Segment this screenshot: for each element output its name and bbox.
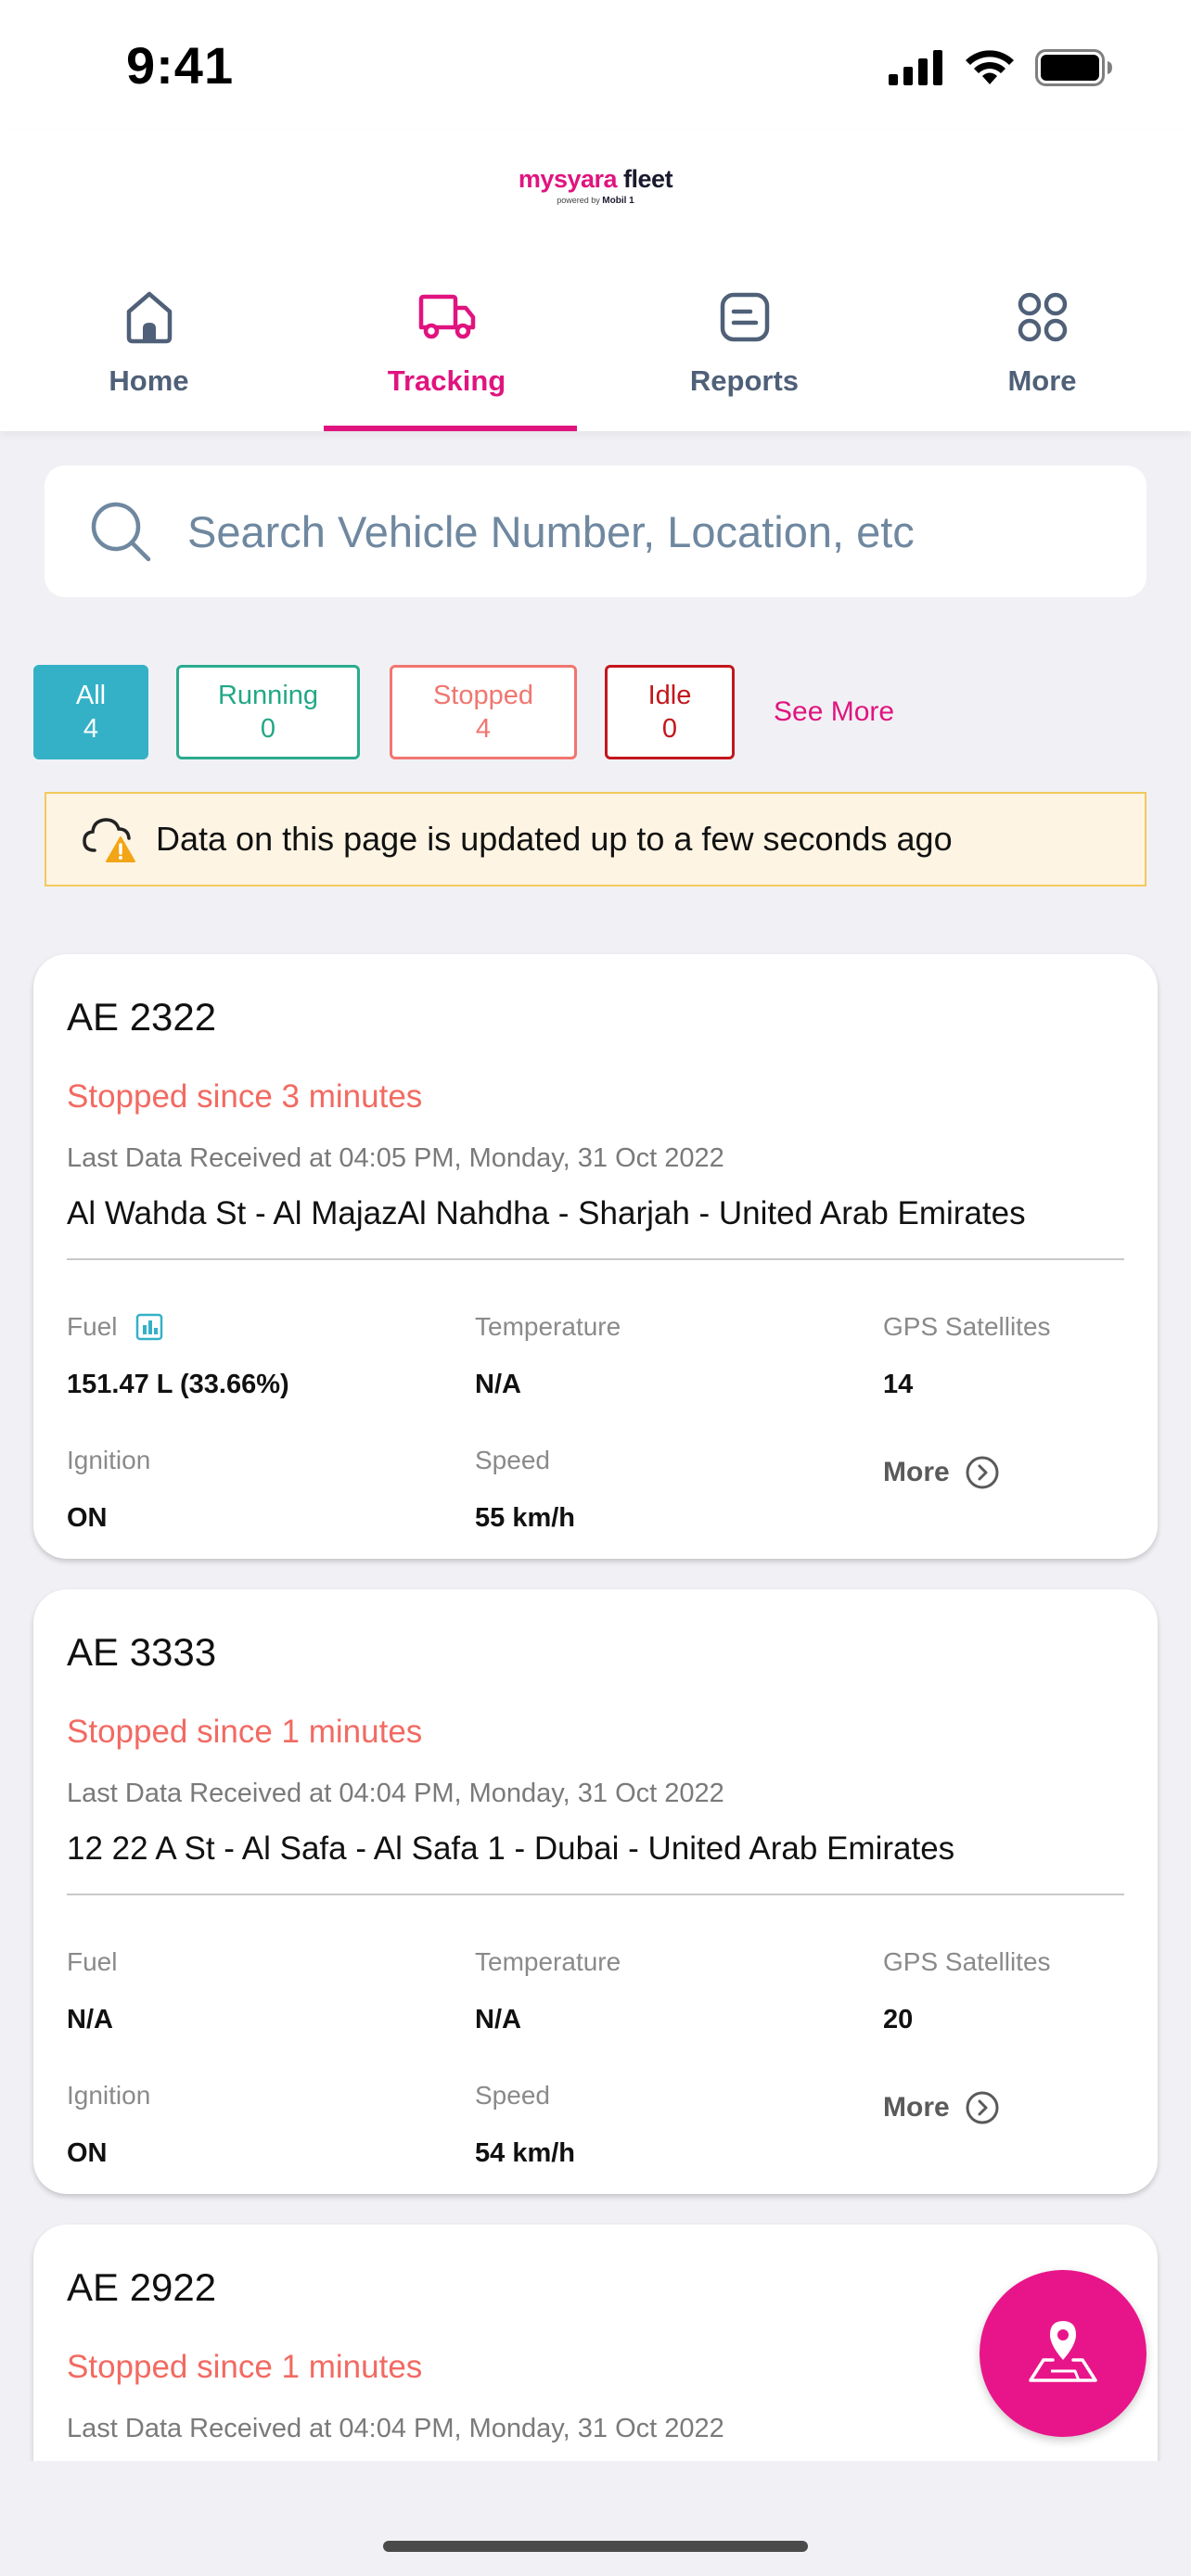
home-icon [126, 291, 172, 344]
vehicle-status: Stopped since 1 minutes [67, 1714, 423, 1750]
fuel-metric: Fuel N/A [67, 1947, 117, 2035]
report-icon [720, 292, 769, 342]
speed-label: Speed [475, 2081, 550, 2110]
filter-all-label: All [75, 681, 107, 710]
wifi-icon [966, 50, 1014, 84]
search-placeholder: Search Vehicle Number, Location, etc [187, 506, 915, 556]
vehicle-card[interactable]: AE 2322 Stopped since 3 minutes Last Dat… [33, 954, 1158, 1559]
temperature-label: Temperature [475, 1312, 621, 1341]
battery-icon [1035, 49, 1112, 86]
grid-icon [1018, 292, 1067, 342]
more-details-button[interactable]: More [883, 1455, 1000, 1490]
filter-idle-count: 0 [661, 714, 678, 744]
more-label: More [883, 2092, 950, 2123]
fuel-chart-icon[interactable] [135, 1313, 163, 1341]
search-input[interactable]: Search Vehicle Number, Location, etc [45, 465, 1146, 597]
gps-metric: GPS Satellites 14 [883, 1312, 1051, 1400]
truck-icon [418, 294, 475, 339]
chevron-right-circle-icon [966, 1456, 999, 1489]
vehicle-plate: AE 3333 [67, 1630, 217, 1674]
home-indicator[interactable] [383, 2541, 808, 2552]
status-bar: 9:41 [0, 0, 1191, 130]
data-update-notice: Data on this page is updated up to a few… [45, 792, 1146, 886]
gps-label: GPS Satellites [883, 1947, 1051, 1976]
tab-tracking[interactable]: Tracking [298, 274, 596, 431]
fuel-metric: Fuel 151.47 L (33.66%) [67, 1312, 289, 1400]
app-header: mysyara fleet powered by Mobil 1 Home Tr… [0, 130, 1191, 431]
tab-home-label: Home [109, 364, 189, 397]
tab-home[interactable]: Home [0, 274, 298, 431]
tab-more[interactable]: More [893, 274, 1191, 431]
more-label: More [883, 1457, 950, 1487]
temperature-label: Temperature [475, 1947, 621, 1976]
ignition-metric: Ignition ON [67, 2081, 150, 2169]
filter-idle-label: Idle [647, 681, 692, 710]
ignition-label: Ignition [67, 1446, 151, 1474]
chevron-right-circle-icon [966, 2091, 999, 2124]
filter-stopped[interactable]: Stopped 4 [390, 665, 577, 759]
notice-text: Data on this page is updated up to a few… [156, 820, 953, 858]
brand-logo: mysyara fleet powered by Mobil 1 [518, 165, 673, 206]
fuel-label: Fuel [67, 1312, 118, 1341]
last-data-received: Last Data Received at 04:04 PM, Monday, … [67, 2414, 724, 2443]
map-pin-icon [1029, 2321, 1097, 2382]
speed-value: 55 km/h [475, 1503, 575, 1533]
tab-reports-label: Reports [689, 364, 800, 397]
map-view-button[interactable] [980, 2270, 1146, 2437]
vehicle-plate: AE 2922 [67, 2265, 217, 2309]
ignition-metric: Ignition ON [67, 1446, 150, 1534]
filter-stopped-label: Stopped [432, 681, 534, 710]
vehicle-plate: AE 2322 [67, 995, 217, 1039]
temperature-metric: Temperature N/A [475, 1947, 621, 2035]
filter-running-count: 0 [260, 714, 276, 744]
filter-running[interactable]: Running 0 [176, 665, 360, 759]
fuel-value: N/A [67, 2005, 113, 2034]
last-data-received: Last Data Received at 04:05 PM, Monday, … [67, 1143, 724, 1173]
cloud-warning-icon [83, 818, 135, 862]
vehicle-status: Stopped since 1 minutes [67, 2349, 423, 2385]
cellular-signal-icon [889, 50, 942, 85]
tab-reports[interactable]: Reports [596, 274, 893, 431]
gps-label: GPS Satellites [883, 1312, 1051, 1341]
vehicle-address: 12 22 A St - Al Safa - Al Safa 1 - Dubai… [67, 1830, 955, 1867]
speed-metric: Speed 55 km/h [475, 1446, 575, 1534]
filter-stopped-count: 4 [475, 714, 492, 744]
speed-label: Speed [475, 1446, 550, 1474]
card-divider [67, 1894, 1124, 1895]
temperature-value: N/A [475, 1370, 521, 1399]
bottom-safe-area [0, 2461, 1191, 2576]
filter-running-label: Running [217, 681, 319, 710]
speed-metric: Speed 54 km/h [475, 2081, 575, 2169]
temperature-metric: Temperature N/A [475, 1312, 621, 1400]
filter-all[interactable]: All 4 [33, 665, 148, 759]
temperature-value: N/A [475, 2005, 521, 2034]
filter-all-count: 4 [83, 714, 99, 744]
main-tab-bar: Home Tracking Reports More [0, 274, 1191, 431]
ignition-value: ON [67, 2138, 108, 2168]
status-filter-bar: All 4 Running 0 Stopped 4 Idle 0 See Mor… [33, 665, 894, 759]
tab-tracking-label: Tracking [387, 364, 506, 397]
filter-idle[interactable]: Idle 0 [605, 665, 735, 759]
gps-value: 14 [883, 1370, 914, 1399]
ignition-value: ON [67, 1503, 108, 1533]
ignition-label: Ignition [67, 2081, 151, 2110]
search-icon [91, 502, 151, 562]
more-details-button[interactable]: More [883, 2090, 1000, 2125]
last-data-received: Last Data Received at 04:04 PM, Monday, … [67, 1779, 724, 1808]
fuel-label: Fuel [67, 1947, 118, 1976]
card-divider [67, 1258, 1124, 1260]
vehicle-card[interactable]: AE 3333 Stopped since 1 minutes Last Dat… [33, 1589, 1158, 2194]
tab-more-label: More [1007, 364, 1077, 397]
vehicle-status: Stopped since 3 minutes [67, 1078, 423, 1115]
see-more-link[interactable]: See More [774, 696, 894, 728]
vehicle-address: Al Wahda St - Al MajazAl Nahdha - Sharja… [67, 1195, 1026, 1231]
gps-metric: GPS Satellites 20 [883, 1947, 1051, 2035]
status-time: 9:41 [126, 36, 235, 95]
gps-value: 20 [883, 2005, 914, 2034]
fuel-value: 151.47 L (33.66%) [67, 1370, 289, 1399]
speed-value: 54 km/h [475, 2138, 575, 2168]
